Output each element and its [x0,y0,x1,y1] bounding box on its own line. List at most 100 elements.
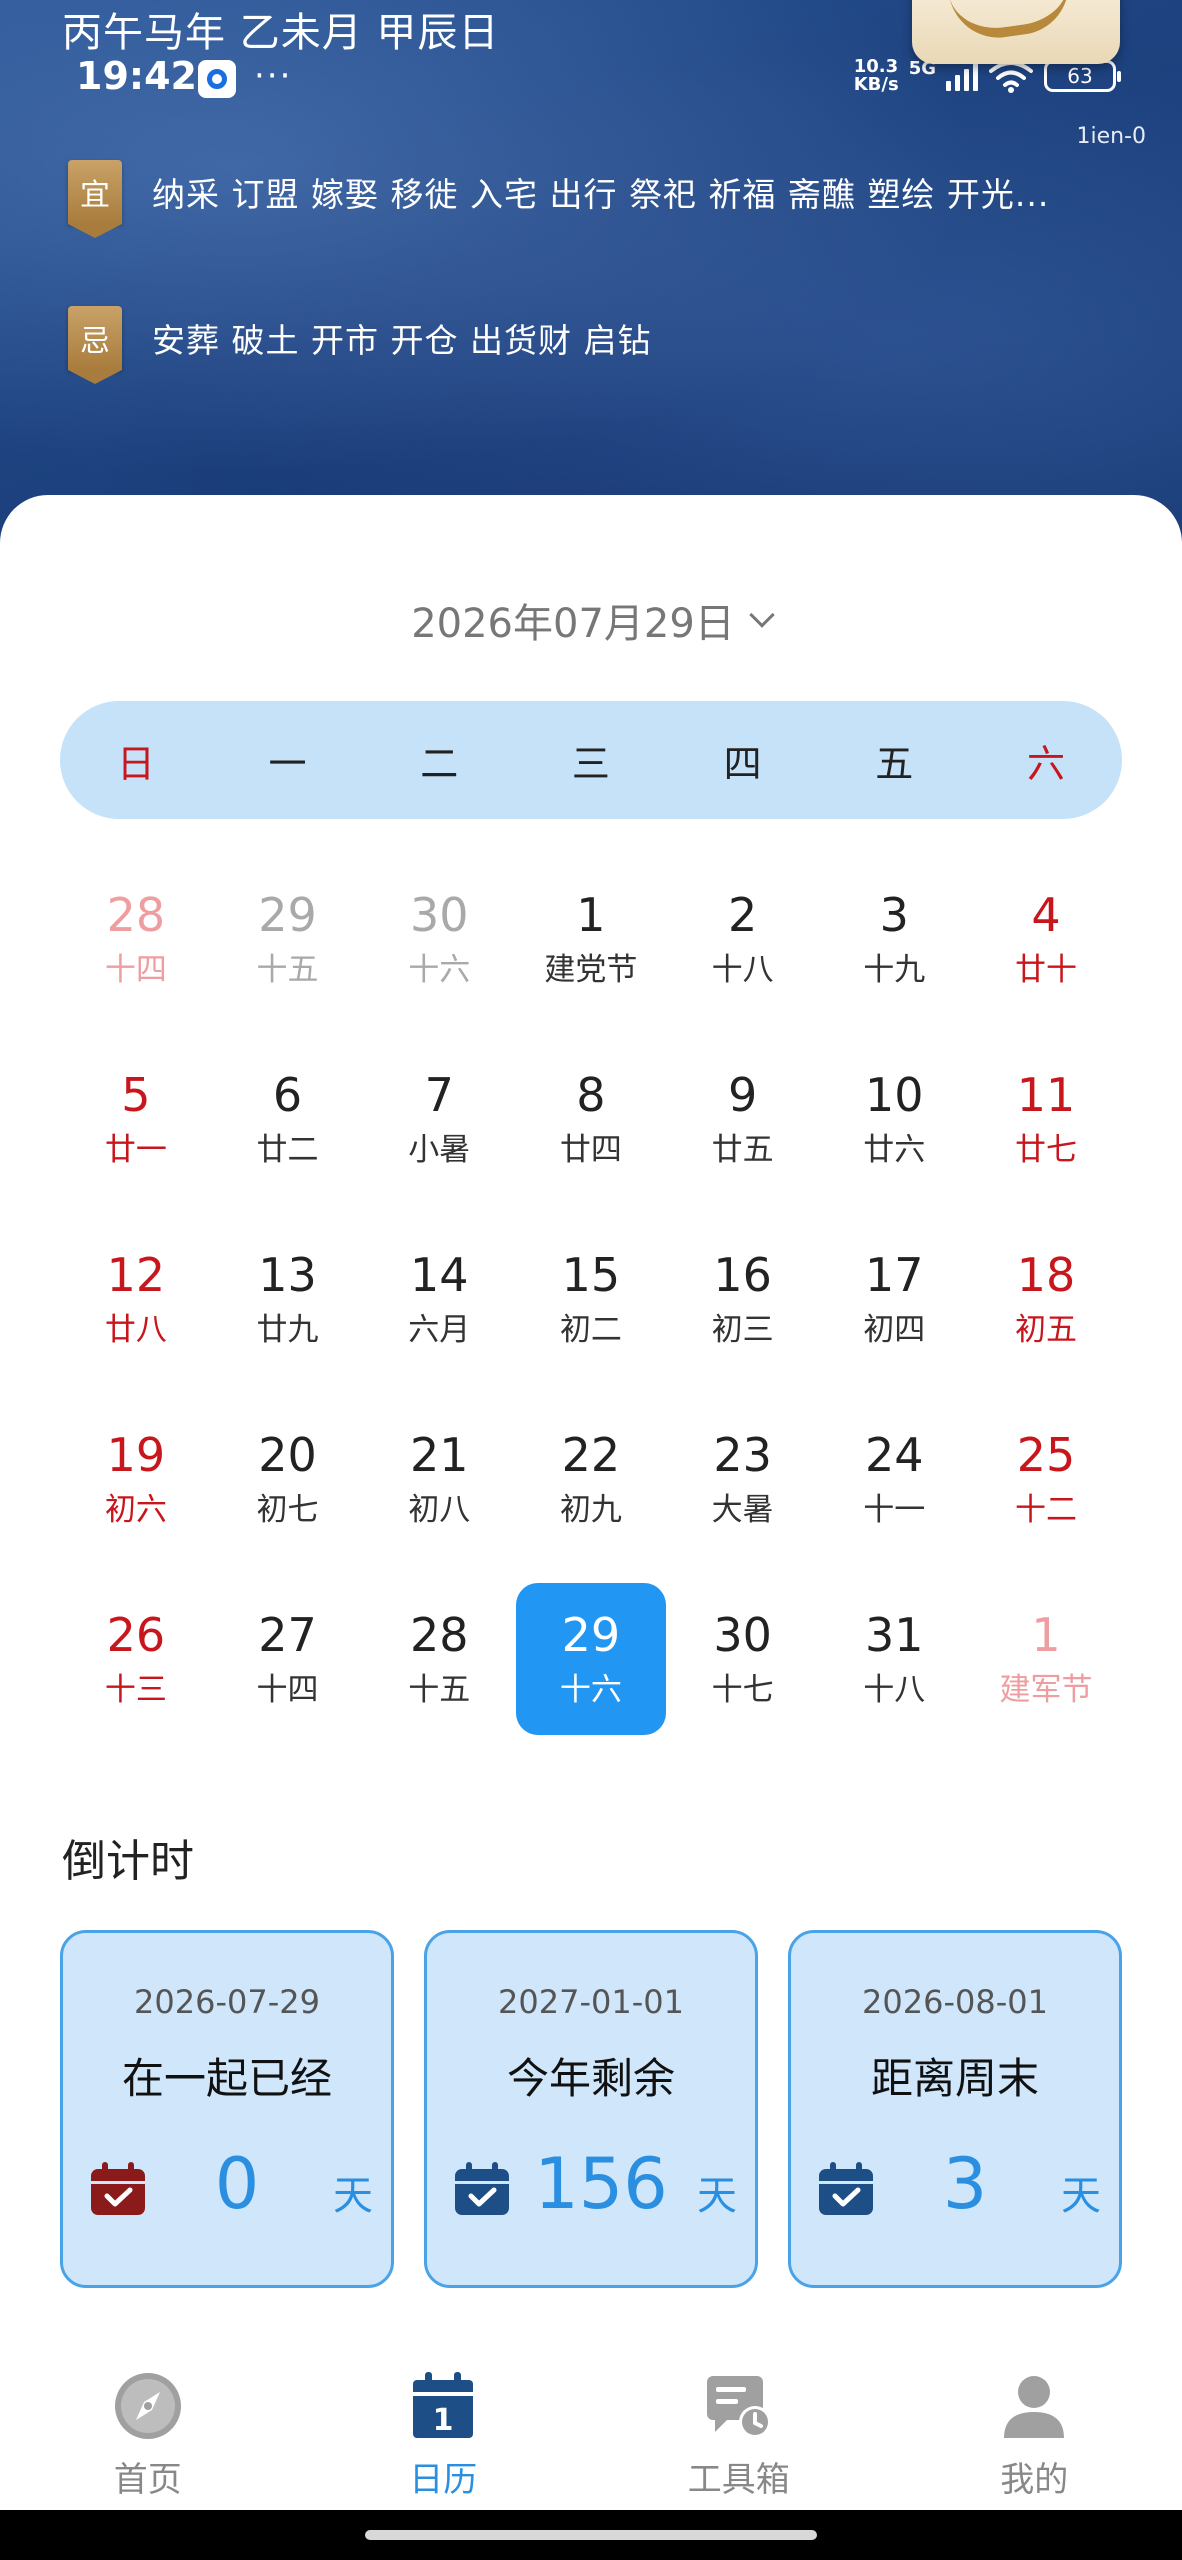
home-indicator[interactable] [365,2530,817,2540]
corner-tag: 1ien-0 [1076,124,1146,149]
day-number: 2 [727,888,758,942]
calendar-day[interactable]: 6 廿二 [212,1043,364,1223]
day-number: 6 [272,1068,303,1122]
calendar-day[interactable]: 27 十四 [212,1583,364,1763]
nav-toolbox-label: 工具箱 [687,2460,790,2500]
calendar-day[interactable]: 12 廿八 [60,1223,212,1403]
day-content: 9 廿五 [668,1043,818,1195]
day-content: 27 十四 [213,1583,363,1735]
day-content: 7 小暑 [364,1043,514,1195]
calendar-day[interactable]: 22 初九 [515,1403,667,1583]
date-picker-button[interactable]: 2026年07月29日 [0,591,1182,649]
day-content: 2 十八 [668,863,818,1015]
calendar-day[interactable]: 17 初四 [818,1223,970,1403]
battery-icon: 63 [1044,60,1121,92]
selected-date-label: 2026年07月29日 [411,601,735,647]
lunar-date: 十五 [408,1672,471,1708]
lunar-date: 廿六 [863,1132,926,1168]
weekday-wed: 三 [571,741,610,786]
countdown-title: 倒计时 [62,1836,194,1887]
calendar-day[interactable]: 3 十九 [818,863,970,1043]
calendar-day-selected[interactable]: 29 十六 [515,1583,667,1763]
countdown-list: 2026-07-29 在一起已经 0 天 2027-01-01 今年剩余 156… [60,1930,1122,2288]
calendar-day[interactable]: 1 建党节 [515,863,667,1043]
inauspicious-activities: 安葬 破土 开市 开仓 出货财 启钻 [152,321,652,360]
day-number: 3 [879,888,909,942]
calendar-day[interactable]: 24 十一 [818,1403,970,1583]
calendar-day[interactable]: 30 十七 [667,1583,819,1763]
countdown-card[interactable]: 2027-01-01 今年剩余 156 天 [424,1930,758,2288]
calendar-day[interactable]: 9 廿五 [667,1043,819,1223]
calendar-day[interactable]: 4 廿十 [970,863,1122,1043]
lunar-date: 初九 [559,1492,622,1528]
calendar-day[interactable]: 2 十八 [667,863,819,1043]
day-content: 11 廿七 [971,1043,1121,1195]
calendar-day[interactable]: 8 廿四 [515,1043,667,1223]
day-content: 14 六月 [364,1223,514,1375]
calendar-day[interactable]: 13 廿九 [212,1223,364,1403]
countdown-value: 3 [942,2143,988,2225]
calendar-day[interactable]: 28 十五 [363,1583,515,1763]
lunar-date: 大暑 [711,1492,774,1528]
lunar-date: 廿七 [1014,1132,1077,1168]
app-logo [912,0,1120,64]
nav-toolbox[interactable]: 工具箱 [591,2350,887,2510]
day-content: 28 十四 [61,863,211,1015]
ganzhi-date: 丙午马年 乙未月 甲辰日 [62,10,500,56]
calendar-day[interactable]: 25 十二 [970,1403,1122,1583]
countdown-card[interactable]: 2026-08-01 距离周末 3 天 [788,1930,1122,2288]
more-notifications-icon: ··· [254,56,293,96]
lunar-date: 十四 [104,952,167,988]
lunar-date: 十七 [711,1672,774,1708]
calendar-day[interactable]: 26 十三 [60,1583,212,1763]
calendar-day[interactable]: 18 初五 [970,1223,1122,1403]
calendar-day[interactable]: 10 廿六 [818,1043,970,1223]
weekday-mon: 一 [268,741,307,786]
gesture-navigation-bar [0,2510,1182,2560]
calendar-day[interactable]: 28 十四 [60,863,212,1043]
lunar-date: 廿十 [1014,952,1077,988]
day-content: 19 初六 [61,1403,211,1555]
calendar-day[interactable]: 29 十五 [212,863,364,1043]
countdown-card[interactable]: 2026-07-29 在一起已经 0 天 [60,1930,394,2288]
day-number: 26 [106,1608,166,1662]
calendar-day[interactable]: 19 初六 [60,1403,212,1583]
nav-calendar[interactable]: 1 日历 [296,2350,592,2510]
calendar-day[interactable]: 7 小暑 [363,1043,515,1223]
weekday-fri: 五 [875,741,914,786]
lunar-date: 六月 [408,1312,471,1348]
day-number: 30 [409,888,469,942]
day-content: 4 廿十 [971,863,1121,1015]
day-content: 29 十五 [213,863,363,1015]
nav-profile[interactable]: 我的 [887,2350,1182,2510]
countdown-value: 156 [534,2143,668,2225]
day-number: 27 [258,1608,317,1662]
calendar-day[interactable]: 14 六月 [363,1223,515,1403]
lunar-date: 十二 [1014,1492,1077,1528]
calendar-day[interactable]: 16 初三 [667,1223,819,1403]
calendar-day[interactable]: 5 廿一 [60,1043,212,1223]
weekday-thu: 四 [723,741,762,786]
weekday-sat: 六 [1026,741,1065,786]
day-number: 1 [1031,1608,1061,1662]
calendar-day[interactable]: 30 十六 [363,863,515,1043]
auspicious-row[interactable]: 宜 纳采 订盟 嫁娶 移徙 入宅 出行 祭祀 祈福 斋醮 塑绘 开光... [68,160,1049,238]
calendar-day[interactable]: 11 廿七 [970,1043,1122,1223]
day-number: 9 [727,1068,758,1122]
calendar-day[interactable]: 21 初八 [363,1403,515,1583]
calendar-day[interactable]: 23 大暑 [667,1403,819,1583]
day-content: 8 廿四 [516,1043,666,1195]
calendar-day[interactable]: 31 十八 [818,1583,970,1763]
inauspicious-row[interactable]: 忌 安葬 破土 开市 开仓 出货财 启钻 [68,306,652,384]
calendar-day[interactable]: 20 初七 [212,1403,364,1583]
yi-badge: 宜 [68,160,122,238]
nav-home[interactable]: 首页 [0,2350,296,2510]
calendar-day[interactable]: 15 初二 [515,1223,667,1403]
day-content: 20 初七 [213,1403,363,1555]
day-number: 14 [409,1248,469,1302]
lunar-date: 廿五 [711,1132,774,1168]
calendar-day[interactable]: 1 建军节 [970,1583,1122,1763]
lunar-date: 初二 [559,1312,622,1348]
nav-profile-label: 我的 [1000,2460,1069,2500]
calendar-check-icon [455,2162,509,2215]
